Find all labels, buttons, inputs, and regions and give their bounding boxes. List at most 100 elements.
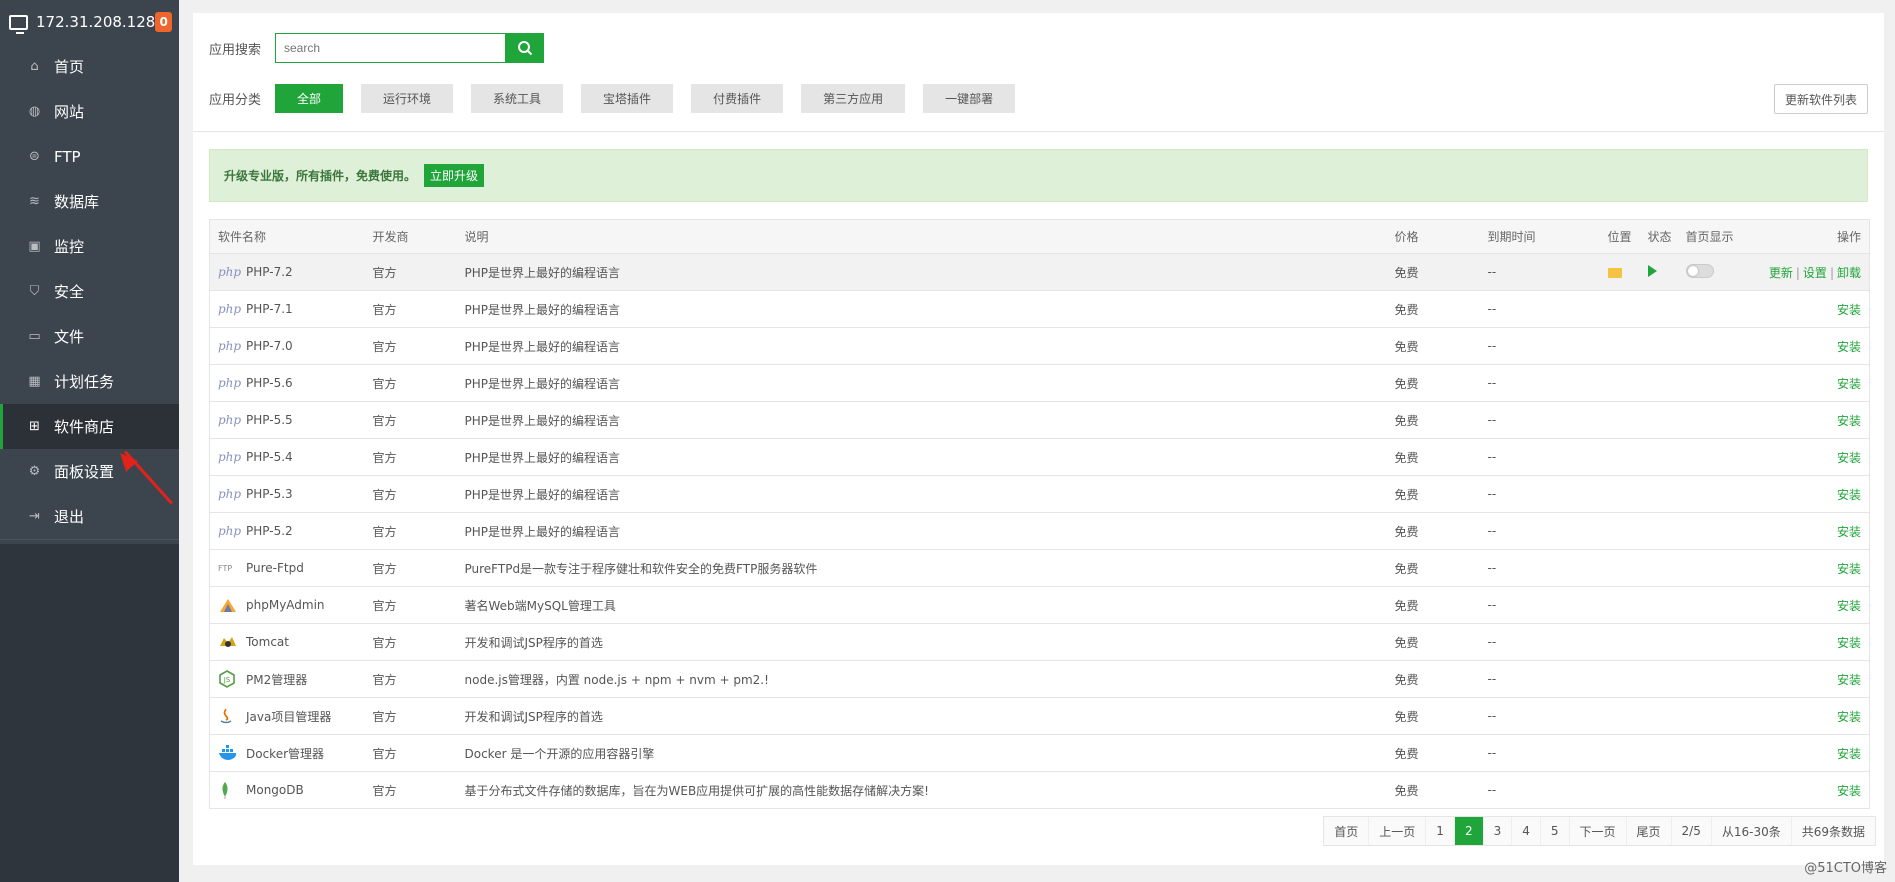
install-link[interactable]: 安装 [1837, 784, 1861, 798]
cell-expire: -- [1479, 549, 1600, 587]
category-runtime[interactable]: 运行环境 [361, 84, 454, 113]
sidebar-item-files[interactable]: ▭ 文件 [0, 314, 179, 359]
category-system-tools[interactable]: 系统工具 [471, 84, 564, 113]
install-link[interactable]: 安装 [1837, 710, 1861, 724]
search-row: 应用搜索 [209, 33, 544, 63]
cell-expire: -- [1479, 734, 1600, 772]
cell-actions: 安装 [1749, 623, 1870, 661]
update-software-list-button[interactable]: 更新软件列表 [1773, 84, 1868, 114]
col-price: 价格 [1386, 219, 1480, 254]
cell-home-display [1677, 771, 1750, 809]
sidebar-item-home[interactable]: ⌂ 首页 [0, 44, 179, 89]
svg-text:JS: JS [223, 676, 231, 684]
install-link[interactable]: 安装 [1837, 562, 1861, 576]
mongodb-logo-icon [218, 781, 242, 799]
page-first[interactable]: 首页 [1324, 817, 1370, 845]
update-link[interactable]: 更新 [1769, 266, 1793, 280]
phpmyadmin-logo-icon [218, 597, 242, 613]
sidebar-item-logout[interactable]: ⇥ 退出 [0, 494, 179, 539]
play-icon[interactable] [1647, 264, 1657, 277]
page-2[interactable]: 2 [1454, 817, 1484, 845]
install-link[interactable]: 安装 [1837, 525, 1861, 539]
sidebar-item-security[interactable]: ⛉ 安全 [0, 269, 179, 314]
sidebar-item-label: FTP [54, 147, 81, 166]
cell-status [1639, 586, 1678, 624]
col-developer: 开发商 [364, 219, 457, 254]
cell-price: 免费 [1386, 475, 1480, 513]
notification-badge[interactable]: 0 [155, 12, 172, 32]
category-bt-plugins[interactable]: 宝塔插件 [581, 84, 674, 113]
page-1[interactable]: 1 [1426, 817, 1455, 845]
cell-expire: -- [1479, 327, 1600, 365]
cell-location [1599, 623, 1640, 661]
table-row: JS PM2管理器 官方 node.js管理器，内置 node.js + npm … [209, 660, 1870, 698]
upgrade-button[interactable]: 立即升级 [424, 164, 485, 187]
install-link[interactable]: 安装 [1837, 451, 1861, 465]
cell-location [1599, 512, 1640, 550]
install-link[interactable]: 安装 [1837, 747, 1861, 761]
ftp-logo-icon: FTP [218, 563, 233, 573]
category-row: 应用分类 全部 运行环境 系统工具 宝塔插件 付费插件 第三方应用 一键部署 [209, 84, 1033, 113]
cell-status [1639, 253, 1678, 291]
install-link[interactable]: 安装 [1837, 377, 1861, 391]
cell-price: 免费 [1386, 253, 1480, 291]
sidebar-item-monitor[interactable]: ▣ 监控 [0, 224, 179, 269]
cell-developer: 官方 [364, 549, 457, 587]
folder-icon[interactable] [1607, 268, 1622, 278]
cell-location [1599, 327, 1640, 365]
sidebar-item-cron[interactable]: ▦ 计划任务 [0, 359, 179, 404]
sidebar-item-label: 数据库 [54, 193, 100, 211]
install-link[interactable]: 安装 [1837, 303, 1861, 317]
page-4[interactable]: 4 [1512, 817, 1541, 845]
home-icon: ⌂ [30, 59, 39, 74]
sidebar-item-website[interactable]: ◍ 网站 [0, 89, 179, 134]
page-next[interactable]: 下一页 [1569, 817, 1627, 845]
sidebar-item-software-store[interactable]: ⊞ 软件商店 [0, 404, 179, 449]
cell-developer: 官方 [364, 364, 457, 402]
install-link[interactable]: 安装 [1837, 414, 1861, 428]
home-display-toggle[interactable] [1685, 263, 1714, 278]
settings-link[interactable]: 设置 [1803, 266, 1827, 280]
cell-expire: -- [1479, 290, 1600, 328]
software-name: Tomcat [246, 635, 289, 649]
cell-expire: -- [1479, 512, 1600, 550]
install-link[interactable]: 安装 [1837, 599, 1861, 613]
page-last[interactable]: 尾页 [1626, 817, 1672, 845]
install-link[interactable]: 安装 [1837, 340, 1861, 354]
cell-name: Tomcat [209, 623, 365, 661]
category-paid-plugins[interactable]: 付费插件 [691, 84, 784, 113]
cell-status [1639, 549, 1678, 587]
search-button[interactable] [505, 33, 544, 63]
server-ip: 172.31.208.128 [36, 13, 156, 31]
software-name: MongoDB [246, 783, 304, 797]
sidebar-item-ftp[interactable]: ⊜ FTP [0, 134, 179, 179]
page-5[interactable]: 5 [1540, 817, 1570, 845]
php-logo-icon: php [218, 524, 242, 538]
cell-actions: 安装 [1749, 364, 1870, 402]
cell-name: FTP Pure-Ftpd [209, 549, 365, 587]
cell-price: 免费 [1386, 327, 1480, 365]
page-prev[interactable]: 上一页 [1369, 817, 1427, 845]
category-all[interactable]: 全部 [275, 84, 344, 113]
software-name: PM2管理器 [246, 672, 308, 687]
category-one-click[interactable]: 一键部署 [923, 84, 1016, 113]
sidebar-item-label: 面板设置 [54, 463, 115, 481]
cell-description: 基于分布式文件存储的数据库，旨在为WEB应用提供可扩展的高性能数据存储解决方案! [456, 771, 1387, 809]
cell-actions: 安装 [1749, 771, 1870, 809]
sidebar-item-settings[interactable]: ⚙ 面板设置 [0, 449, 179, 494]
col-description: 说明 [456, 219, 1387, 254]
install-link[interactable]: 安装 [1837, 488, 1861, 502]
install-link[interactable]: 安装 [1837, 636, 1861, 650]
cell-description: PHP是世界上最好的编程语言 [456, 327, 1387, 365]
cell-name: MongoDB [209, 771, 365, 809]
search-input[interactable] [275, 33, 505, 63]
uninstall-link[interactable]: 卸载 [1837, 266, 1861, 280]
software-name: phpMyAdmin [246, 598, 325, 612]
table-row: php PHP-5.6 官方 PHP是世界上最好的编程语言 免费 -- 安装 [209, 364, 1870, 402]
sidebar-item-database[interactable]: ≋ 数据库 [0, 179, 179, 224]
category-third-party[interactable]: 第三方应用 [801, 84, 906, 113]
cell-home-display [1677, 401, 1750, 439]
install-link[interactable]: 安装 [1837, 673, 1861, 687]
software-name: PHP-5.5 [246, 413, 293, 427]
page-3[interactable]: 3 [1483, 817, 1513, 845]
